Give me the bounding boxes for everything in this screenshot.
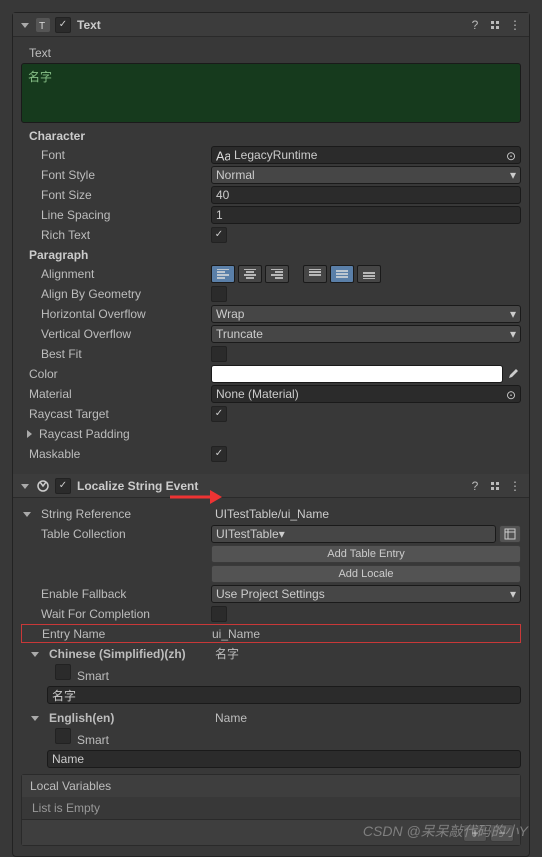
chevron-down-icon: ▾ (510, 587, 516, 601)
align-right-button[interactable] (265, 265, 289, 283)
foldout-icon[interactable] (21, 508, 33, 520)
preset-icon[interactable] (487, 478, 503, 494)
wait-for-completion-checkbox[interactable] (211, 606, 227, 622)
help-icon[interactable]: ? (467, 478, 483, 494)
vertical-overflow-label: Vertical Overflow (21, 327, 211, 341)
smart-zh-checkbox[interactable] (55, 664, 71, 680)
align-by-geometry-checkbox[interactable] (211, 286, 227, 302)
alignment-label: Alignment (21, 267, 211, 281)
svg-text:T: T (39, 21, 45, 32)
foldout-icon[interactable] (29, 648, 41, 660)
entry-name-value: ui_Name (212, 627, 260, 641)
align-bottom-button[interactable] (357, 265, 381, 283)
text-component-title: Text (77, 18, 463, 32)
smart-zh-label: Smart (77, 669, 109, 683)
font-size-input[interactable] (211, 186, 521, 204)
enable-fallback-dropdown[interactable]: Use Project Settings▾ (211, 585, 521, 603)
raycast-target-checkbox[interactable] (211, 406, 227, 422)
locale-en-value: Name (215, 711, 247, 725)
enable-fallback-label: Enable Fallback (21, 587, 211, 601)
localize-component-header[interactable]: Localize String Event ? ⋮ (13, 474, 529, 498)
rich-text-checkbox[interactable] (211, 227, 227, 243)
font-field[interactable]: Aa LegacyRuntime ⊙ (211, 146, 521, 164)
horizontal-overflow-dropdown[interactable]: Wrap▾ (211, 305, 521, 323)
line-spacing-label: Line Spacing (21, 208, 211, 222)
paragraph-section: Paragraph (21, 245, 521, 264)
align-by-geometry-label: Align By Geometry (21, 287, 211, 301)
font-size-label: Font Size (21, 188, 211, 202)
text-value-input[interactable]: 名字 (21, 63, 521, 123)
align-left-button[interactable] (211, 265, 235, 283)
watermark-text: CSDN @呆呆敲代码的小Y (363, 821, 528, 841)
raycast-target-label: Raycast Target (21, 407, 211, 421)
add-table-entry-button[interactable]: Add Table Entry (211, 545, 521, 563)
material-label: Material (21, 387, 211, 401)
chevron-down-icon: ▾ (510, 327, 516, 341)
maskable-checkbox[interactable] (211, 446, 227, 462)
align-top-button[interactable] (303, 265, 327, 283)
color-field[interactable] (211, 365, 503, 383)
align-middle-button[interactable] (330, 265, 354, 283)
line-spacing-input[interactable] (211, 206, 521, 224)
text-label: Text (21, 46, 211, 60)
foldout-right-icon[interactable] (23, 428, 35, 440)
foldout-icon[interactable] (19, 19, 31, 31)
eyedropper-icon[interactable] (506, 366, 521, 382)
table-collection-dropdown[interactable]: UITestTable▾ (211, 525, 496, 543)
menu-icon[interactable]: ⋮ (507, 17, 523, 33)
font-asset-icon: Aa (216, 148, 230, 162)
font-label: Font (21, 148, 211, 162)
localization-icon (35, 478, 51, 494)
font-value: LegacyRuntime (234, 148, 317, 162)
object-picker-icon[interactable]: ⊙ (504, 149, 518, 163)
add-locale-button[interactable]: Add Locale (211, 565, 521, 583)
entry-name-label: Entry Name (22, 627, 212, 641)
rich-text-label: Rich Text (21, 228, 211, 242)
character-section: Character (21, 126, 521, 145)
text-icon: T (35, 17, 51, 33)
best-fit-checkbox[interactable] (211, 346, 227, 362)
help-icon[interactable]: ? (467, 17, 483, 33)
vertical-overflow-dropdown[interactable]: Truncate▾ (211, 325, 521, 343)
locale-en-input[interactable] (47, 750, 521, 768)
horizontal-overflow-label: Horizontal Overflow (21, 307, 211, 321)
locale-zh-value: 名字 (215, 645, 239, 662)
align-center-button[interactable] (238, 265, 262, 283)
local-variables-header[interactable]: Local Variables (22, 775, 520, 797)
chevron-down-icon: ▾ (279, 527, 285, 541)
font-style-label: Font Style (21, 168, 211, 182)
chevron-down-icon: ▾ (510, 168, 516, 182)
list-empty-text: List is Empty (22, 797, 520, 819)
locale-zh-label[interactable]: Chinese (Simplified)(zh) (41, 647, 215, 661)
string-reference-value: UITestTable/ui_Name (211, 505, 521, 523)
foldout-icon[interactable] (29, 712, 41, 724)
raycast-padding-label[interactable]: Raycast Padding (39, 427, 130, 441)
text-enabled-checkbox[interactable] (55, 17, 71, 33)
table-collection-label: Table Collection (21, 527, 211, 541)
smart-en-label: Smart (77, 733, 109, 747)
maskable-label: Maskable (21, 447, 211, 461)
foldout-icon[interactable] (19, 480, 31, 492)
object-picker-icon[interactable]: ⊙ (504, 388, 518, 402)
smart-en-checkbox[interactable] (55, 728, 71, 744)
color-label: Color (21, 367, 211, 381)
preset-icon[interactable] (487, 17, 503, 33)
font-style-dropdown[interactable]: Normal▾ (211, 166, 521, 184)
chevron-down-icon: ▾ (510, 307, 516, 321)
string-reference-label[interactable]: String Reference (33, 507, 211, 521)
localize-component-title: Localize String Event (77, 479, 463, 493)
svg-text:Aa: Aa (216, 149, 230, 161)
material-field[interactable]: None (Material)⊙ (211, 385, 521, 403)
wait-for-completion-label: Wait For Completion (21, 607, 211, 621)
menu-icon[interactable]: ⋮ (507, 478, 523, 494)
open-table-button[interactable] (499, 525, 521, 543)
locale-zh-input[interactable] (47, 686, 521, 704)
locale-en-label[interactable]: English(en) (41, 711, 215, 725)
best-fit-label: Best Fit (21, 347, 211, 361)
localize-enabled-checkbox[interactable] (55, 478, 71, 494)
text-component-header[interactable]: T Text ? ⋮ (13, 13, 529, 37)
